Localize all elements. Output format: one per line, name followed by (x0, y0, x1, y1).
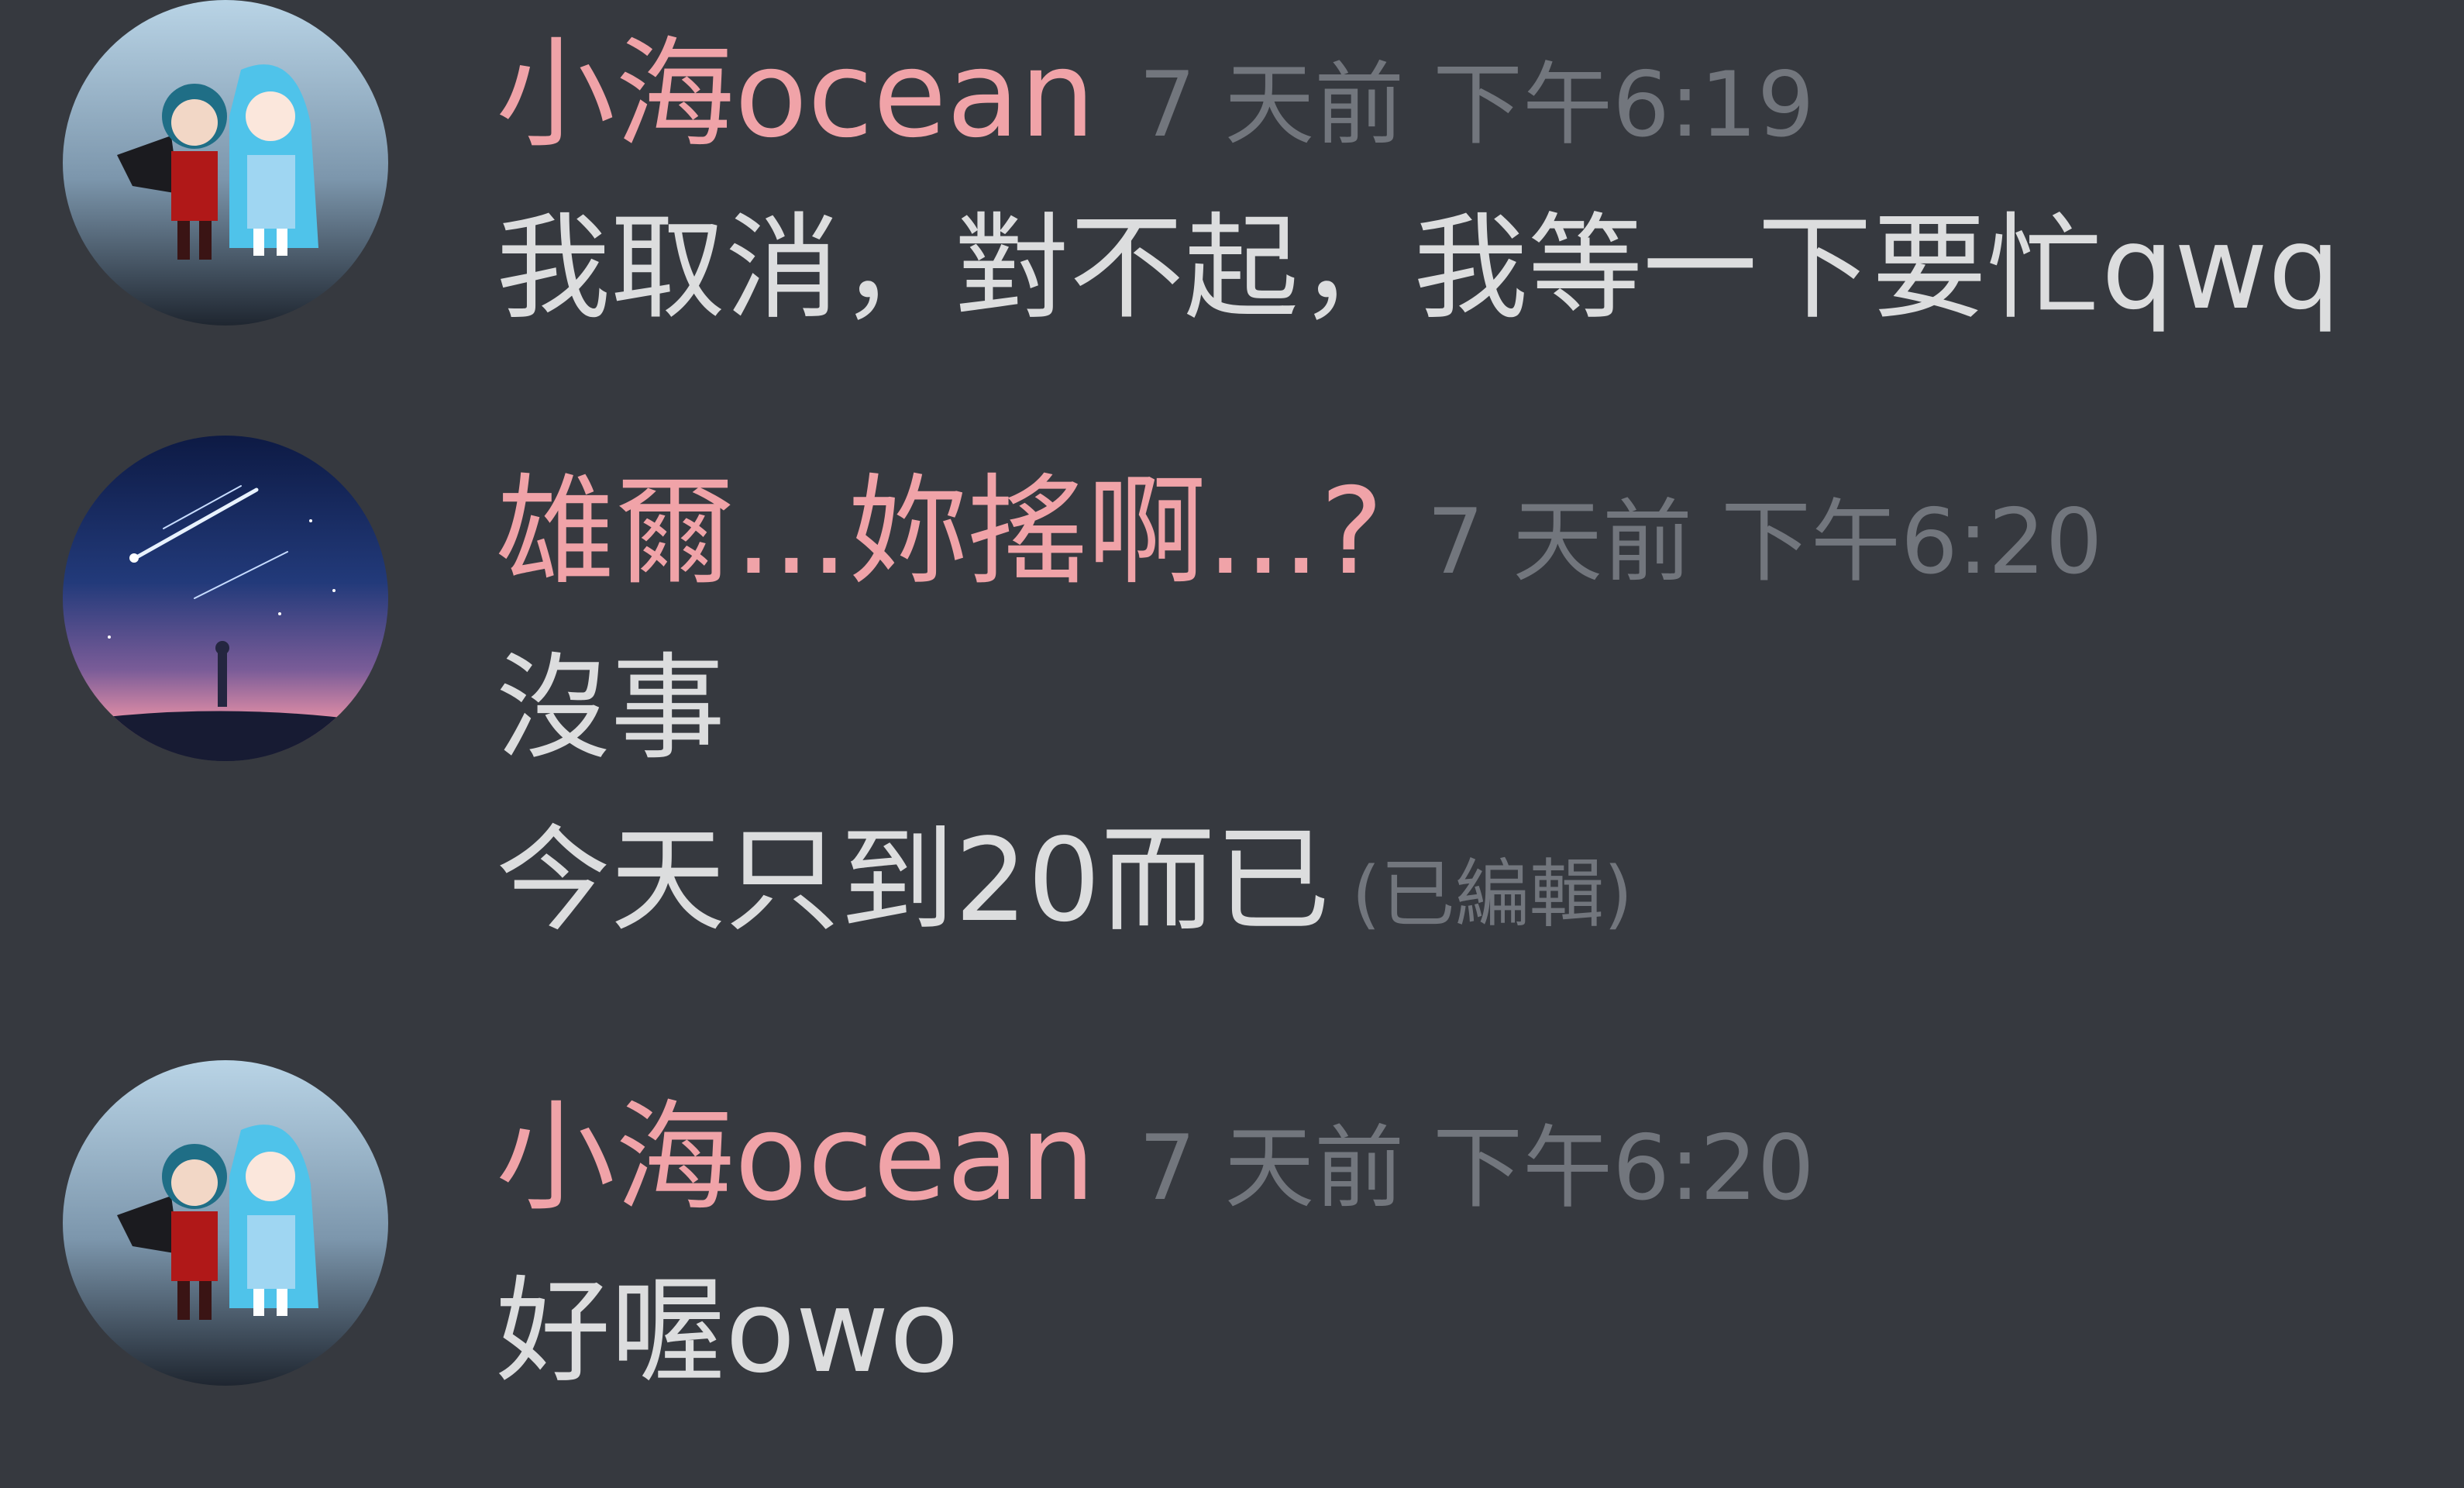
message-header: 雄爾...妳搖啊...? 7 天前 下午6:20 (496, 473, 2103, 592)
user-avatar[interactable] (63, 0, 388, 326)
user-avatar[interactable] (63, 436, 388, 761)
message-text-row: 今天只到20而已 (已編輯) (496, 823, 1633, 938)
message-text: 我取消，對不起，我等一下要忙qwq (496, 202, 2341, 335)
user-avatar[interactable] (63, 1060, 388, 1386)
edited-label: (已編輯) (1351, 851, 1633, 938)
chat-message-list: 小海ocean 7 天前 下午6:19 我取消，對不起，我等一下要忙qwq 雄爾… (0, 0, 2464, 1488)
timestamp[interactable]: 7 天前 下午6:20 (1139, 1116, 1815, 1221)
message-header: 小海ocean 7 天前 下午6:20 (496, 1099, 1815, 1218)
message-header: 小海ocean 7 天前 下午6:19 (496, 36, 1815, 155)
starry-sky-avatar-icon (63, 436, 388, 761)
timestamp[interactable]: 7 天前 下午6:20 (1426, 490, 2102, 594)
anime-duo-avatar-icon (63, 1060, 388, 1386)
username[interactable]: 小海ocean (496, 26, 1096, 164)
message-text: 好喔owo (496, 1265, 960, 1398)
message-text: 今天只到20而已 (496, 814, 1330, 947)
timestamp[interactable]: 7 天前 下午6:19 (1139, 53, 1815, 157)
username[interactable]: 雄爾...妳搖啊...? (496, 463, 1383, 601)
anime-duo-avatar-icon (63, 0, 388, 326)
message-text: 沒事 (496, 642, 725, 775)
username[interactable]: 小海ocean (496, 1089, 1096, 1228)
